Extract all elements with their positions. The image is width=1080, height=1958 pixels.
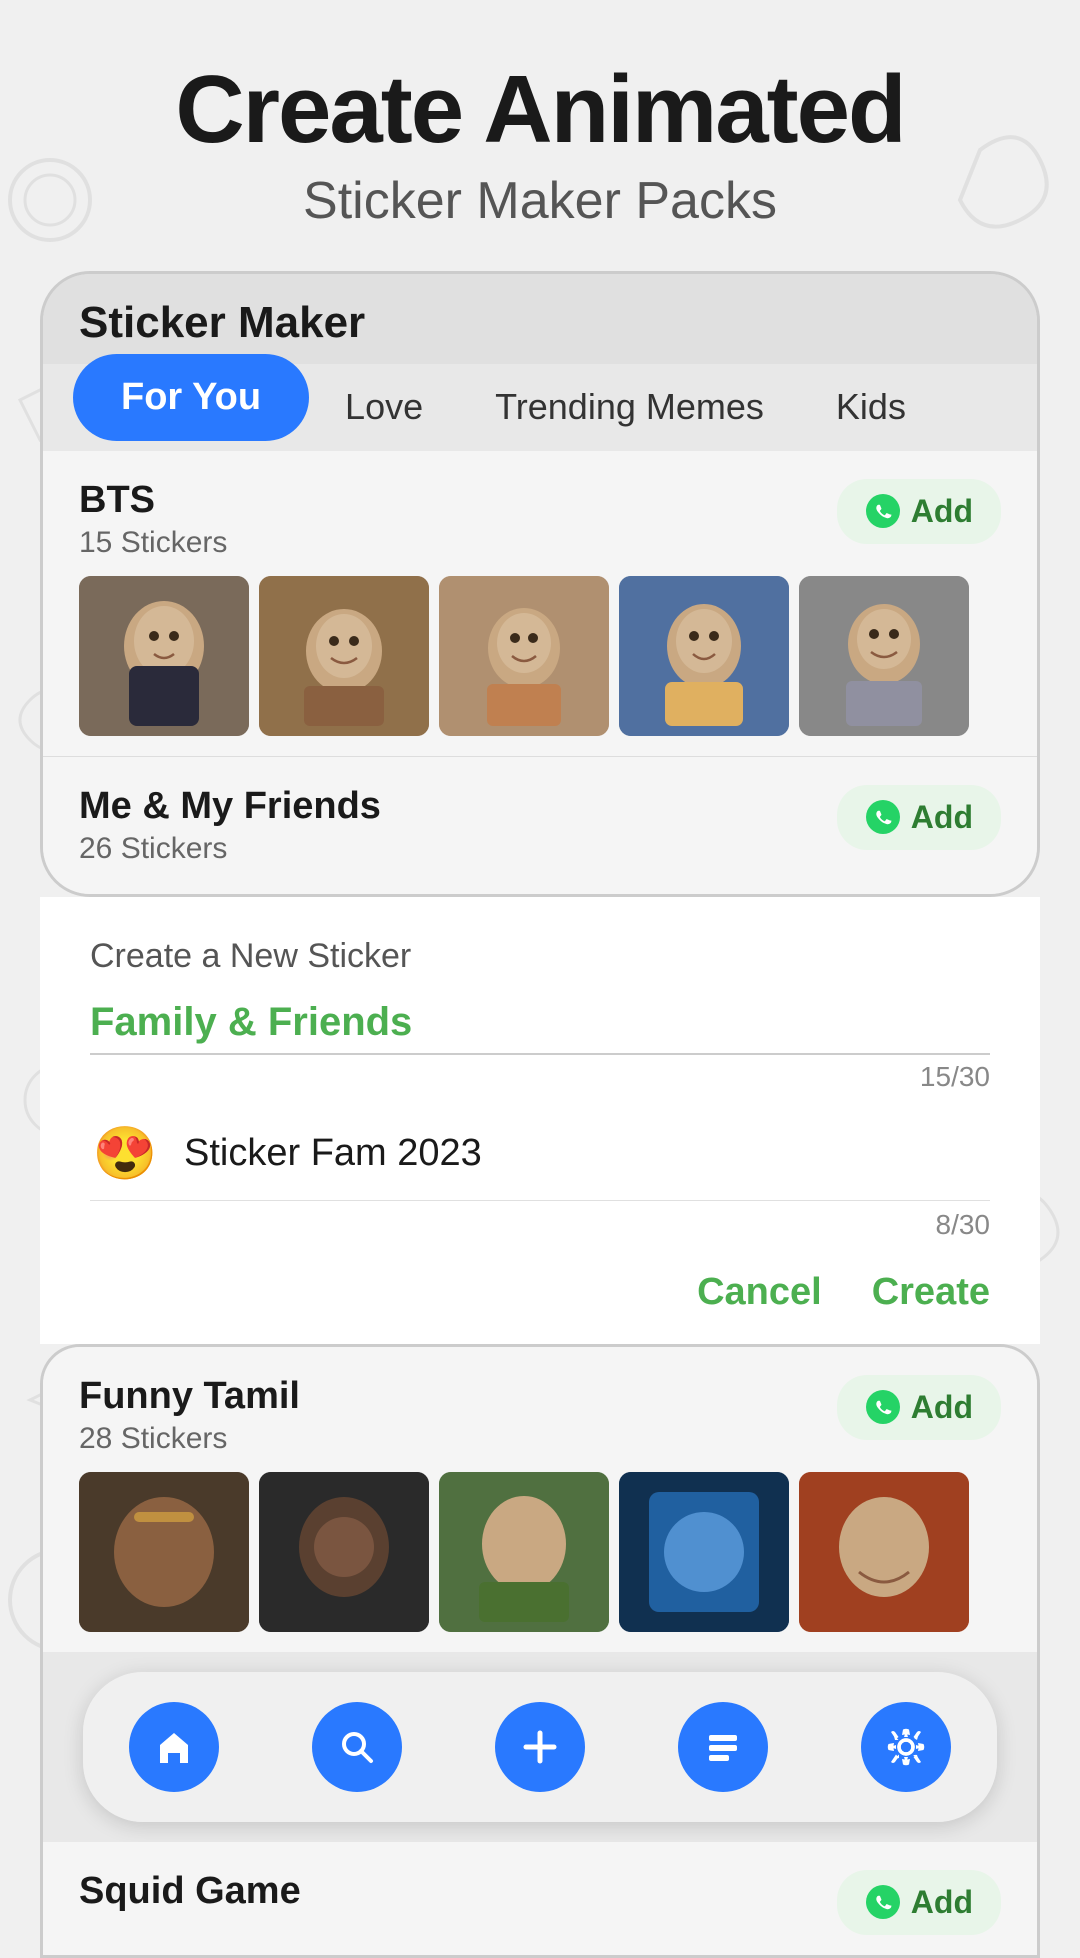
friends-pack-name: Me & My Friends	[79, 785, 381, 828]
tamil-thumb-3[interactable]	[439, 1472, 609, 1632]
squid-add-button[interactable]: Add	[837, 1870, 1001, 1935]
bts-pack-name: BTS	[79, 479, 227, 522]
app-title: Sticker Maker	[79, 298, 365, 347]
bottom-navigation	[83, 1672, 997, 1822]
pack-char-count-2: 8/30	[90, 1209, 990, 1241]
search-icon	[335, 1725, 379, 1769]
whatsapp-icon-3	[865, 1389, 901, 1425]
collection-icon	[701, 1725, 745, 1769]
funny-tamil-mockup: Funny Tamil 28 Stickers Add	[40, 1344, 1040, 1958]
whatsapp-icon-2	[865, 799, 901, 835]
funny-tamil-pack-card: Funny Tamil 28 Stickers Add	[43, 1347, 1037, 1652]
settings-icon-circle	[861, 1702, 951, 1792]
funny-tamil-pack-count: 28 Stickers	[79, 1422, 300, 1456]
sticker-thumb-4[interactable]	[619, 576, 789, 736]
pack-divider	[90, 1200, 990, 1201]
home-icon	[152, 1725, 196, 1769]
sticker-thumb-1[interactable]	[79, 576, 249, 736]
create-button[interactable]: Create	[872, 1271, 990, 1314]
sticker-thumb-5[interactable]	[799, 576, 969, 736]
add-icon	[518, 1725, 562, 1769]
tab-for-you[interactable]: For You	[73, 354, 309, 441]
pack-name-char-count: 15/30	[90, 1061, 990, 1093]
cancel-button[interactable]: Cancel	[697, 1271, 822, 1314]
collection-icon-circle	[678, 1702, 768, 1792]
tamil-thumb-4[interactable]	[619, 1472, 789, 1632]
tamil-thumb-5[interactable]	[799, 1472, 969, 1632]
pack-item-row: 😍 Sticker Fam 2023	[90, 1123, 990, 1184]
nav-settings[interactable]	[831, 1692, 981, 1802]
friends-add-button[interactable]: Add	[837, 785, 1001, 850]
pack-emoji: 😍	[90, 1123, 160, 1184]
home-icon-circle	[129, 1702, 219, 1792]
pack-name-display: Sticker Fam 2023	[184, 1132, 990, 1175]
squid-game-pack-card: Squid Game Add	[43, 1842, 1037, 1955]
bts-pack-count: 15 Stickers	[79, 526, 227, 560]
sticker-thumb-3[interactable]	[439, 576, 609, 736]
funny-tamil-pack-name: Funny Tamil	[79, 1375, 300, 1418]
bts-add-button[interactable]: Add	[837, 479, 1001, 544]
nav-add[interactable]	[465, 1692, 615, 1802]
tamil-thumb-1[interactable]	[79, 1472, 249, 1632]
tab-kids[interactable]: Kids	[800, 364, 942, 450]
nav-collection[interactable]	[648, 1692, 798, 1802]
funny-tamil-add-button[interactable]: Add	[837, 1375, 1001, 1440]
friends-pack-card: Me & My Friends 26 Stickers Add	[43, 756, 1037, 894]
squid-pack-name: Squid Game	[79, 1870, 301, 1913]
tab-trending[interactable]: Trending Memes	[459, 364, 800, 450]
bts-pack-card: BTS 15 Stickers Add	[43, 451, 1037, 756]
friends-pack-count: 26 Stickers	[79, 832, 381, 866]
page-subtitle: Sticker Maker Packs	[40, 171, 1040, 231]
create-sticker-label: Create a New Sticker	[90, 937, 990, 976]
gear-icon	[884, 1725, 928, 1769]
phone-mockup: Sticker Maker For You Love Trending Meme…	[40, 271, 1040, 897]
page-title: Create Animated	[40, 60, 1040, 161]
whatsapp-icon	[865, 493, 901, 529]
sticker-thumb-2[interactable]	[259, 576, 429, 736]
tabs-row: For You Love Trending Memes Kids	[43, 364, 1037, 451]
tamil-thumb-2[interactable]	[259, 1472, 429, 1632]
nav-home[interactable]	[99, 1692, 249, 1802]
add-icon-circle	[495, 1702, 585, 1792]
pack-name-input[interactable]	[90, 992, 990, 1055]
bts-stickers-row	[79, 576, 1001, 736]
create-sticker-modal: Create a New Sticker 15/30 😍 Sticker Fam…	[40, 897, 1040, 1344]
search-icon-circle	[312, 1702, 402, 1792]
nav-search[interactable]	[282, 1692, 432, 1802]
funny-tamil-stickers-row	[79, 1472, 1001, 1632]
tab-love[interactable]: Love	[309, 364, 459, 450]
modal-actions: Cancel Create	[90, 1271, 990, 1314]
whatsapp-icon-4	[865, 1884, 901, 1920]
